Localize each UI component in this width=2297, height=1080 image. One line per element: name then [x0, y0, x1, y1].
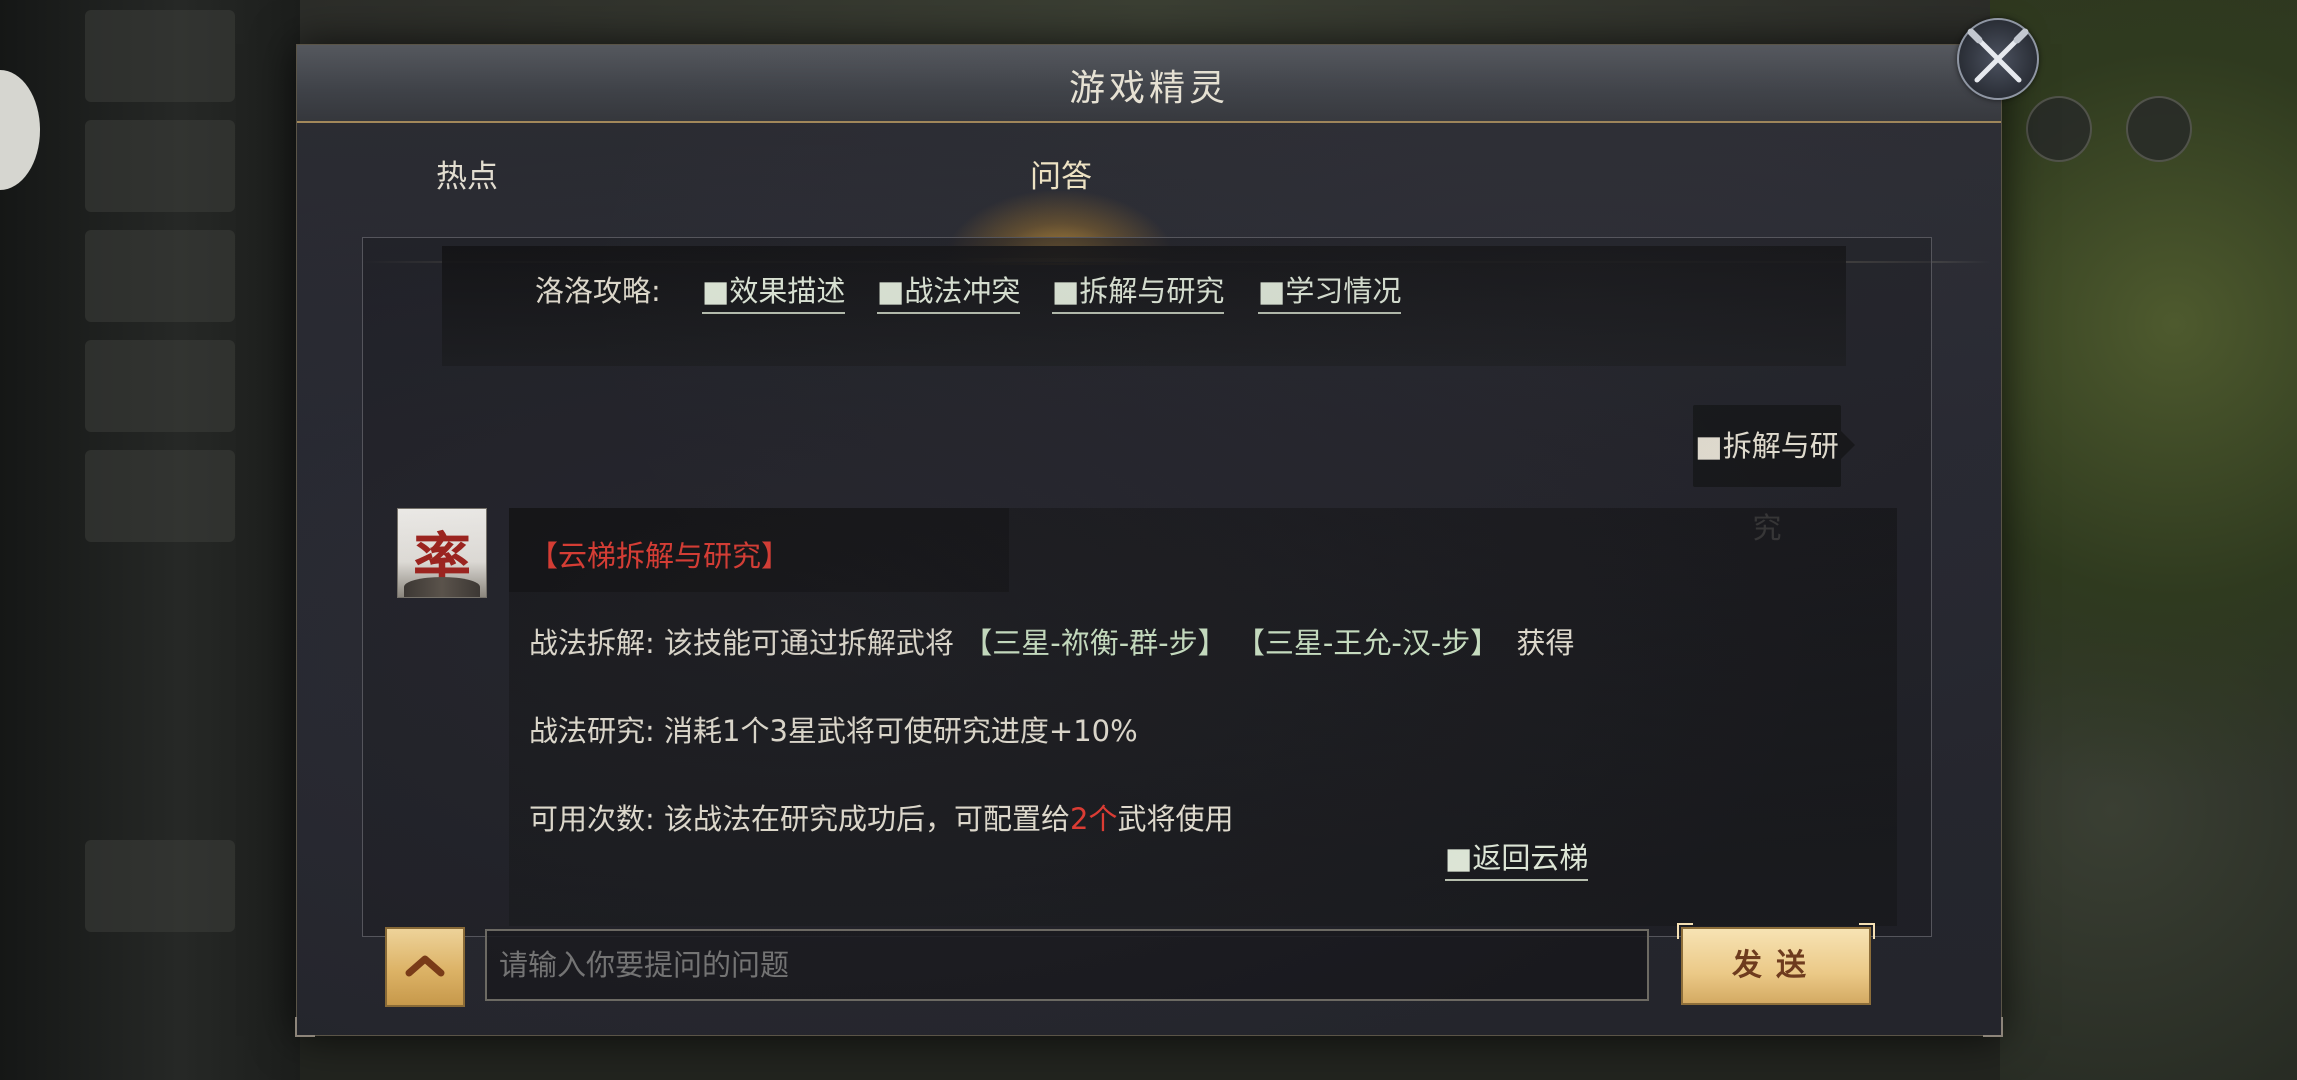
disassemble-text: 该技能可通过拆解武将 — [664, 626, 955, 660]
dialog-corner-ornament — [1983, 1017, 2003, 1037]
background-map-button — [2126, 96, 2192, 162]
research-text: 消耗1个3星武将可使研究进度+10% — [664, 714, 1138, 748]
close-button[interactable] — [1957, 18, 2039, 100]
tab-bar: 热点 问答 — [357, 145, 2107, 215]
background-top-bar — [300, 0, 2000, 50]
background-menu-item — [85, 450, 235, 542]
background-menu-item — [85, 840, 235, 932]
uses-suffix: 武将使用 — [1117, 802, 1234, 836]
answer-research-line: 战法研究: 消耗1个3星武将可使研究进度+10% — [529, 708, 1138, 750]
disassemble-label: 战法拆解: — [529, 626, 655, 660]
uses-text: 该战法在研究成功后，可配置给 — [664, 802, 1071, 836]
background-menu-item — [85, 340, 235, 432]
research-label: 战法研究: — [529, 714, 655, 748]
crossed-swords-close-icon — [1967, 28, 2029, 83]
send-button[interactable]: 发送 — [1677, 923, 1875, 1005]
back-to-ladder-link[interactable]: ■返回云梯 — [1445, 835, 1589, 881]
dialog-corner-ornament — [295, 1017, 315, 1037]
answer-uses-line: 可用次数: 该战法在研究成功后，可配置给2个武将使用 — [529, 796, 1233, 838]
background-menu-item — [85, 10, 235, 102]
uses-count: 2个 — [1070, 802, 1118, 836]
background-bottom-bar — [300, 1035, 2000, 1080]
expand-up-button[interactable] — [385, 927, 465, 1007]
question-input[interactable] — [485, 929, 1649, 1001]
tab-qa[interactable]: 问答 — [951, 145, 1171, 209]
chevron-up-icon — [405, 955, 445, 977]
dialog-titlebar: 游戏精灵 — [297, 45, 2001, 123]
answer-title: 【云梯拆解与研究】 — [529, 539, 791, 573]
guide-link-learning[interactable]: ■学习情况 — [1258, 268, 1402, 314]
dialog-title: 游戏精灵 — [1068, 68, 1229, 109]
guide-link-conflict[interactable]: ■战法冲突 — [877, 268, 1021, 314]
general-link-2[interactable]: 【三星-王允-汉-步】 — [1236, 626, 1499, 660]
user-message-bubble: ■拆解与研究 — [1693, 405, 1855, 545]
background-menu-item — [85, 230, 235, 322]
avatar-figure — [404, 577, 480, 597]
disassemble-suffix: 获得 — [1516, 626, 1575, 660]
background-menu-item — [85, 120, 235, 212]
guide-link-effect[interactable]: ■效果描述 — [702, 268, 846, 314]
tab-hot[interactable]: 热点 — [357, 145, 577, 209]
game-assistant-dialog: 游戏精灵 热点 问答 洛洛攻略: ■效果描述 ■战法冲突 ■拆解与研究 ■学习情… — [295, 44, 2003, 1037]
uses-label: 可用次数: — [529, 802, 655, 836]
general-link-1[interactable]: 【三星-祢衡-群-步】 — [963, 626, 1226, 660]
answer-disassemble-line: 战法拆解: 该技能可通过拆解武将 【三星-祢衡-群-步】 【三星-王允-汉-步】… — [529, 620, 1575, 662]
guide-link-research[interactable]: ■拆解与研究 — [1052, 268, 1225, 314]
assistant-avatar: 率 — [397, 508, 487, 598]
guide-label: 洛洛攻略: — [535, 274, 661, 308]
